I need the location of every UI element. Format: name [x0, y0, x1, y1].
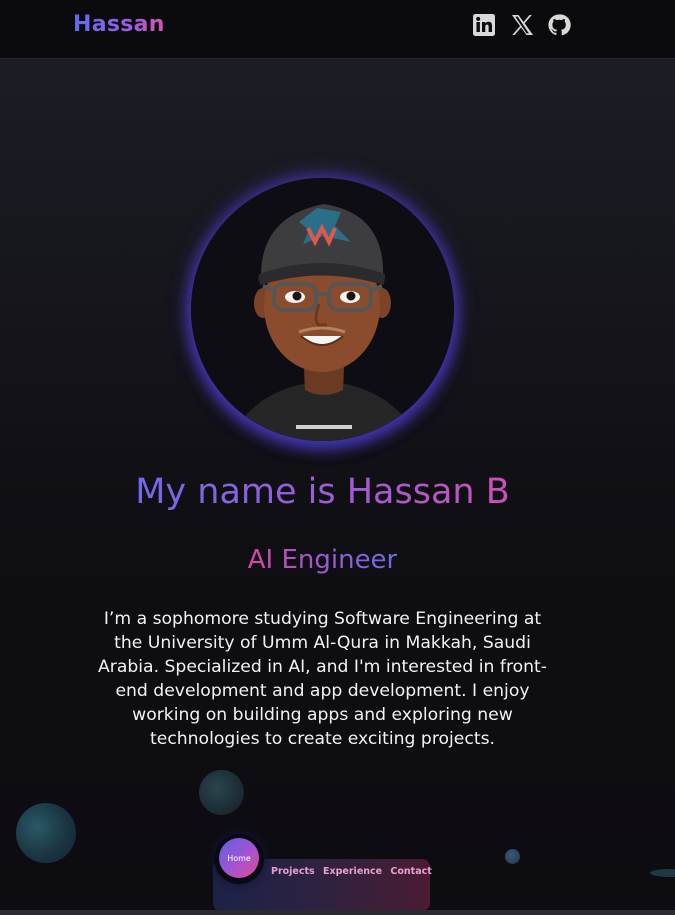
bottom-divider [0, 910, 675, 915]
avatar-image [191, 178, 454, 441]
brand-logo[interactable]: Hassan [73, 12, 165, 37]
hero-headline: My name is Hassan B [135, 472, 510, 512]
decorative-bubble [199, 770, 244, 815]
hero-role: AI Engineer [247, 545, 398, 575]
dock-links: Projects Experience Contact [271, 866, 437, 877]
hero-bio: I’m a sophomore studying Software Engine… [98, 609, 547, 750]
x-icon[interactable] [510, 13, 534, 37]
home-button[interactable]: Home [219, 838, 259, 878]
decorative-bubble [505, 849, 520, 864]
nav-contact[interactable]: Contact [390, 866, 431, 877]
nav-projects[interactable]: Projects [271, 866, 315, 877]
github-icon[interactable] [547, 13, 571, 37]
home-label: Home [227, 853, 251, 863]
nav-experience[interactable]: Experience [323, 866, 382, 877]
linkedin-icon[interactable] [472, 13, 496, 37]
decorative-bubble [16, 803, 76, 863]
navbar: Hassan [0, 0, 675, 58]
